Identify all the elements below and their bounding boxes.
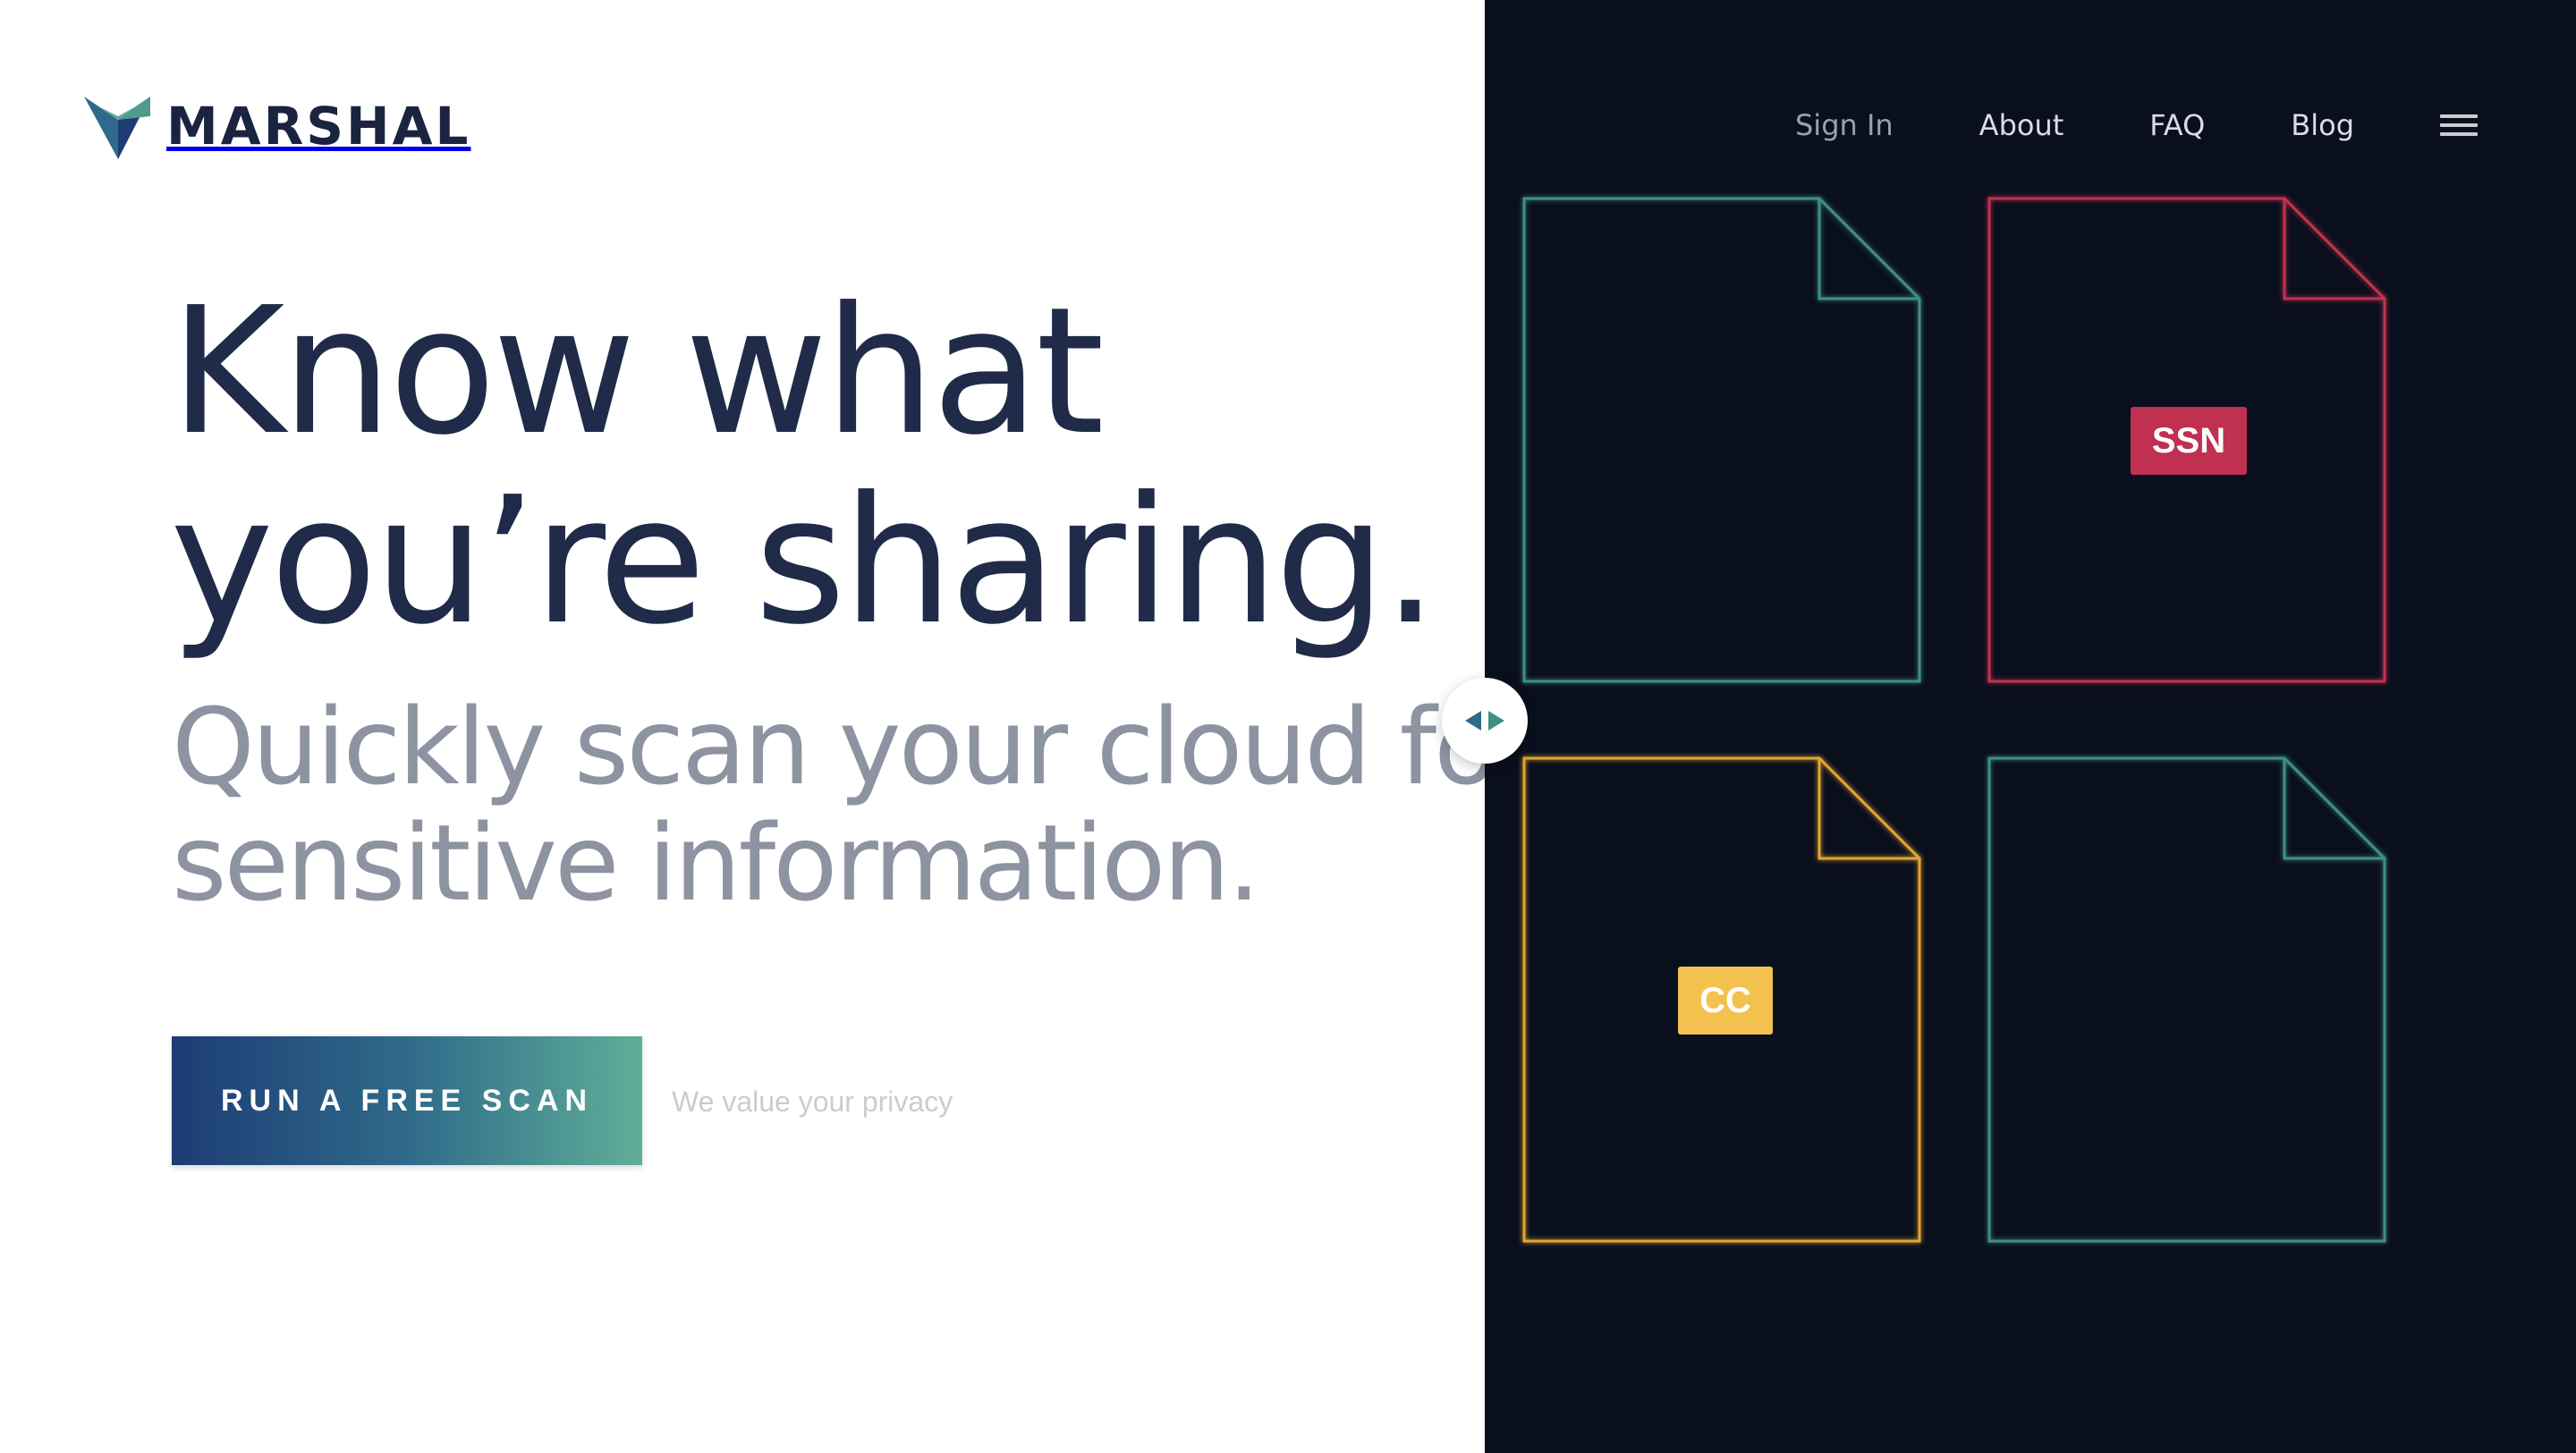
top-nav: Sign In About FAQ Blog <box>1795 98 2478 152</box>
document-preview-panel: Sign In About FAQ Blog SSN CC <box>1485 0 2576 1453</box>
left-right-arrows-icon <box>1465 711 1504 731</box>
hamburger-menu-icon[interactable] <box>2440 113 2478 138</box>
subheading-line-1: Quickly scan your cloud for <box>172 685 1539 808</box>
document-card <box>1987 756 2394 1245</box>
marshal-logo-icon <box>84 97 150 159</box>
brand-name: MARSHAL <box>166 96 471 156</box>
privacy-link[interactable]: We value your privacy <box>672 1084 953 1119</box>
headline-line-2: you’re sharing. <box>170 460 1438 663</box>
comparison-slider-handle[interactable] <box>1442 678 1528 764</box>
hero-panel: MARSHAL Know what you’re sharing. Quickl… <box>0 0 1539 1453</box>
document-card: SSN <box>1987 197 2394 685</box>
nav-faq[interactable]: FAQ <box>2149 98 2205 152</box>
subheading-line-2: sensitive information. <box>172 801 1261 925</box>
cc-tag: CC <box>1678 967 1773 1035</box>
hero-subheading: Quickly scan your cloud for sensitive in… <box>172 685 1539 925</box>
hero-headline: Know what you’re sharing. <box>170 270 1438 663</box>
brand-logo[interactable]: MARSHAL <box>84 91 470 161</box>
nav-sign-in[interactable]: Sign In <box>1795 98 1894 152</box>
document-outline-icon <box>1987 756 2386 1243</box>
document-card <box>1522 197 1928 685</box>
nav-about[interactable]: About <box>1979 98 2064 152</box>
document-outline-icon <box>1522 197 1921 683</box>
ssn-tag: SSN <box>2131 407 2247 475</box>
document-card: CC <box>1522 756 1928 1245</box>
nav-blog[interactable]: Blog <box>2291 98 2354 152</box>
headline-line-1: Know what <box>170 270 1105 474</box>
run-free-scan-button[interactable]: RUN A FREE SCAN <box>172 1036 642 1165</box>
